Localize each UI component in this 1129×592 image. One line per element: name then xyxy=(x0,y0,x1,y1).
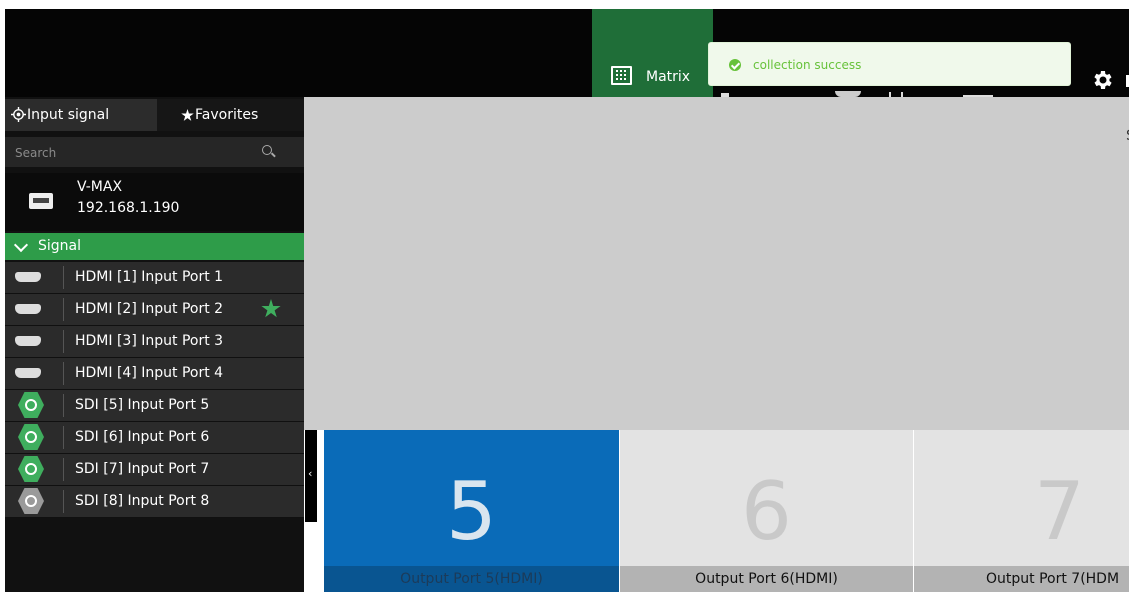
input-port-label: HDMI [4] Input Port 4 xyxy=(75,365,224,381)
output-tile[interactable]: 7 Output Port 7(HDM xyxy=(914,430,1129,592)
tab-favorites[interactable]: Favorites xyxy=(157,99,304,131)
hdmi-icon xyxy=(15,336,41,346)
tab-matrix[interactable]: Matrix xyxy=(592,9,713,97)
check-circle-icon xyxy=(729,59,741,71)
input-port-label: SDI [5] Input Port 5 xyxy=(75,397,210,413)
sdi-icon xyxy=(18,456,44,482)
success-toast: collection success xyxy=(708,42,1071,86)
tab-input-signal-label: Input signal xyxy=(27,107,110,123)
input-port-label: HDMI [3] Input Port 3 xyxy=(75,333,224,349)
input-port-label: SDI [7] Input Port 7 xyxy=(75,461,210,477)
hdmi-icon xyxy=(15,272,41,282)
nav-icons-partial xyxy=(705,87,1025,97)
signal-group-label: Signal xyxy=(38,238,82,254)
input-port-item[interactable]: SDI [6] Input Port 6 xyxy=(5,422,304,454)
input-signal-icon xyxy=(11,107,26,122)
sdi-icon xyxy=(18,424,44,450)
matrix-icon xyxy=(611,66,632,85)
input-port-item[interactable]: HDMI [3] Input Port 3 xyxy=(5,326,304,358)
sidebar-collapse-button[interactable]: ‹ xyxy=(305,422,317,522)
input-port-item[interactable]: HDMI [4] Input Port 4 xyxy=(5,358,304,390)
tab-favorites-label: Favorites xyxy=(195,107,259,123)
device-ip: 192.168.1.190 xyxy=(77,200,180,216)
search-box xyxy=(5,137,304,167)
chevron-down-icon xyxy=(13,237,29,253)
toast-message: collection success xyxy=(753,58,862,72)
search-input[interactable] xyxy=(13,142,257,164)
output-label: Output Port 7(HDM xyxy=(914,566,1129,592)
input-port-label: HDMI [1] Input Port 1 xyxy=(75,269,224,285)
output-label: Output Port 6(HDMI) xyxy=(620,566,913,592)
input-port-item[interactable]: SDI [7] Input Port 7 xyxy=(5,454,304,486)
output-tile[interactable]: 6 Output Port 6(HDMI) xyxy=(620,430,913,592)
tab-input-signal[interactable]: Input signal xyxy=(5,99,157,131)
output-number: 7 xyxy=(1034,465,1085,558)
search-icon[interactable] xyxy=(262,145,272,155)
device-icon xyxy=(29,193,53,209)
tab-matrix-label: Matrix xyxy=(646,69,691,85)
favorite-star-icon[interactable] xyxy=(261,299,281,318)
input-port-label: SDI [8] Input Port 8 xyxy=(75,493,210,509)
gear-icon[interactable] xyxy=(1090,68,1114,92)
sidebar: Input signal Favorites V-MAX 192.168.1.1… xyxy=(5,97,304,592)
input-port-item[interactable]: SDI [5] Input Port 5 xyxy=(5,390,304,422)
output-number: 6 xyxy=(741,465,792,558)
device-item[interactable]: V-MAX 192.168.1.190 xyxy=(5,173,304,231)
input-port-label: SDI [6] Input Port 6 xyxy=(75,429,210,445)
hdmi-icon xyxy=(15,304,41,314)
sdi-icon xyxy=(18,392,44,418)
main-panel: Sw xyxy=(304,97,1129,430)
signal-group-header[interactable]: Signal xyxy=(5,233,304,260)
output-label: Output Port 5(HDMI) xyxy=(324,566,619,592)
output-tile[interactable]: 5 Output Port 5(HDMI) xyxy=(324,430,619,592)
input-port-label: HDMI [2] Input Port 2 xyxy=(75,301,224,317)
hdmi-icon xyxy=(15,368,41,378)
input-port-item[interactable]: HDMI [2] Input Port 2 xyxy=(5,294,304,326)
input-port-item[interactable]: HDMI [1] Input Port 1 xyxy=(5,262,304,294)
input-port-item[interactable]: SDI [8] Input Port 8 xyxy=(5,486,304,518)
output-number: 5 xyxy=(446,465,497,558)
sdi-icon xyxy=(18,488,44,514)
chevron-left-icon: ‹ xyxy=(308,467,313,480)
star-icon xyxy=(181,109,194,121)
device-name: V-MAX xyxy=(77,179,123,195)
